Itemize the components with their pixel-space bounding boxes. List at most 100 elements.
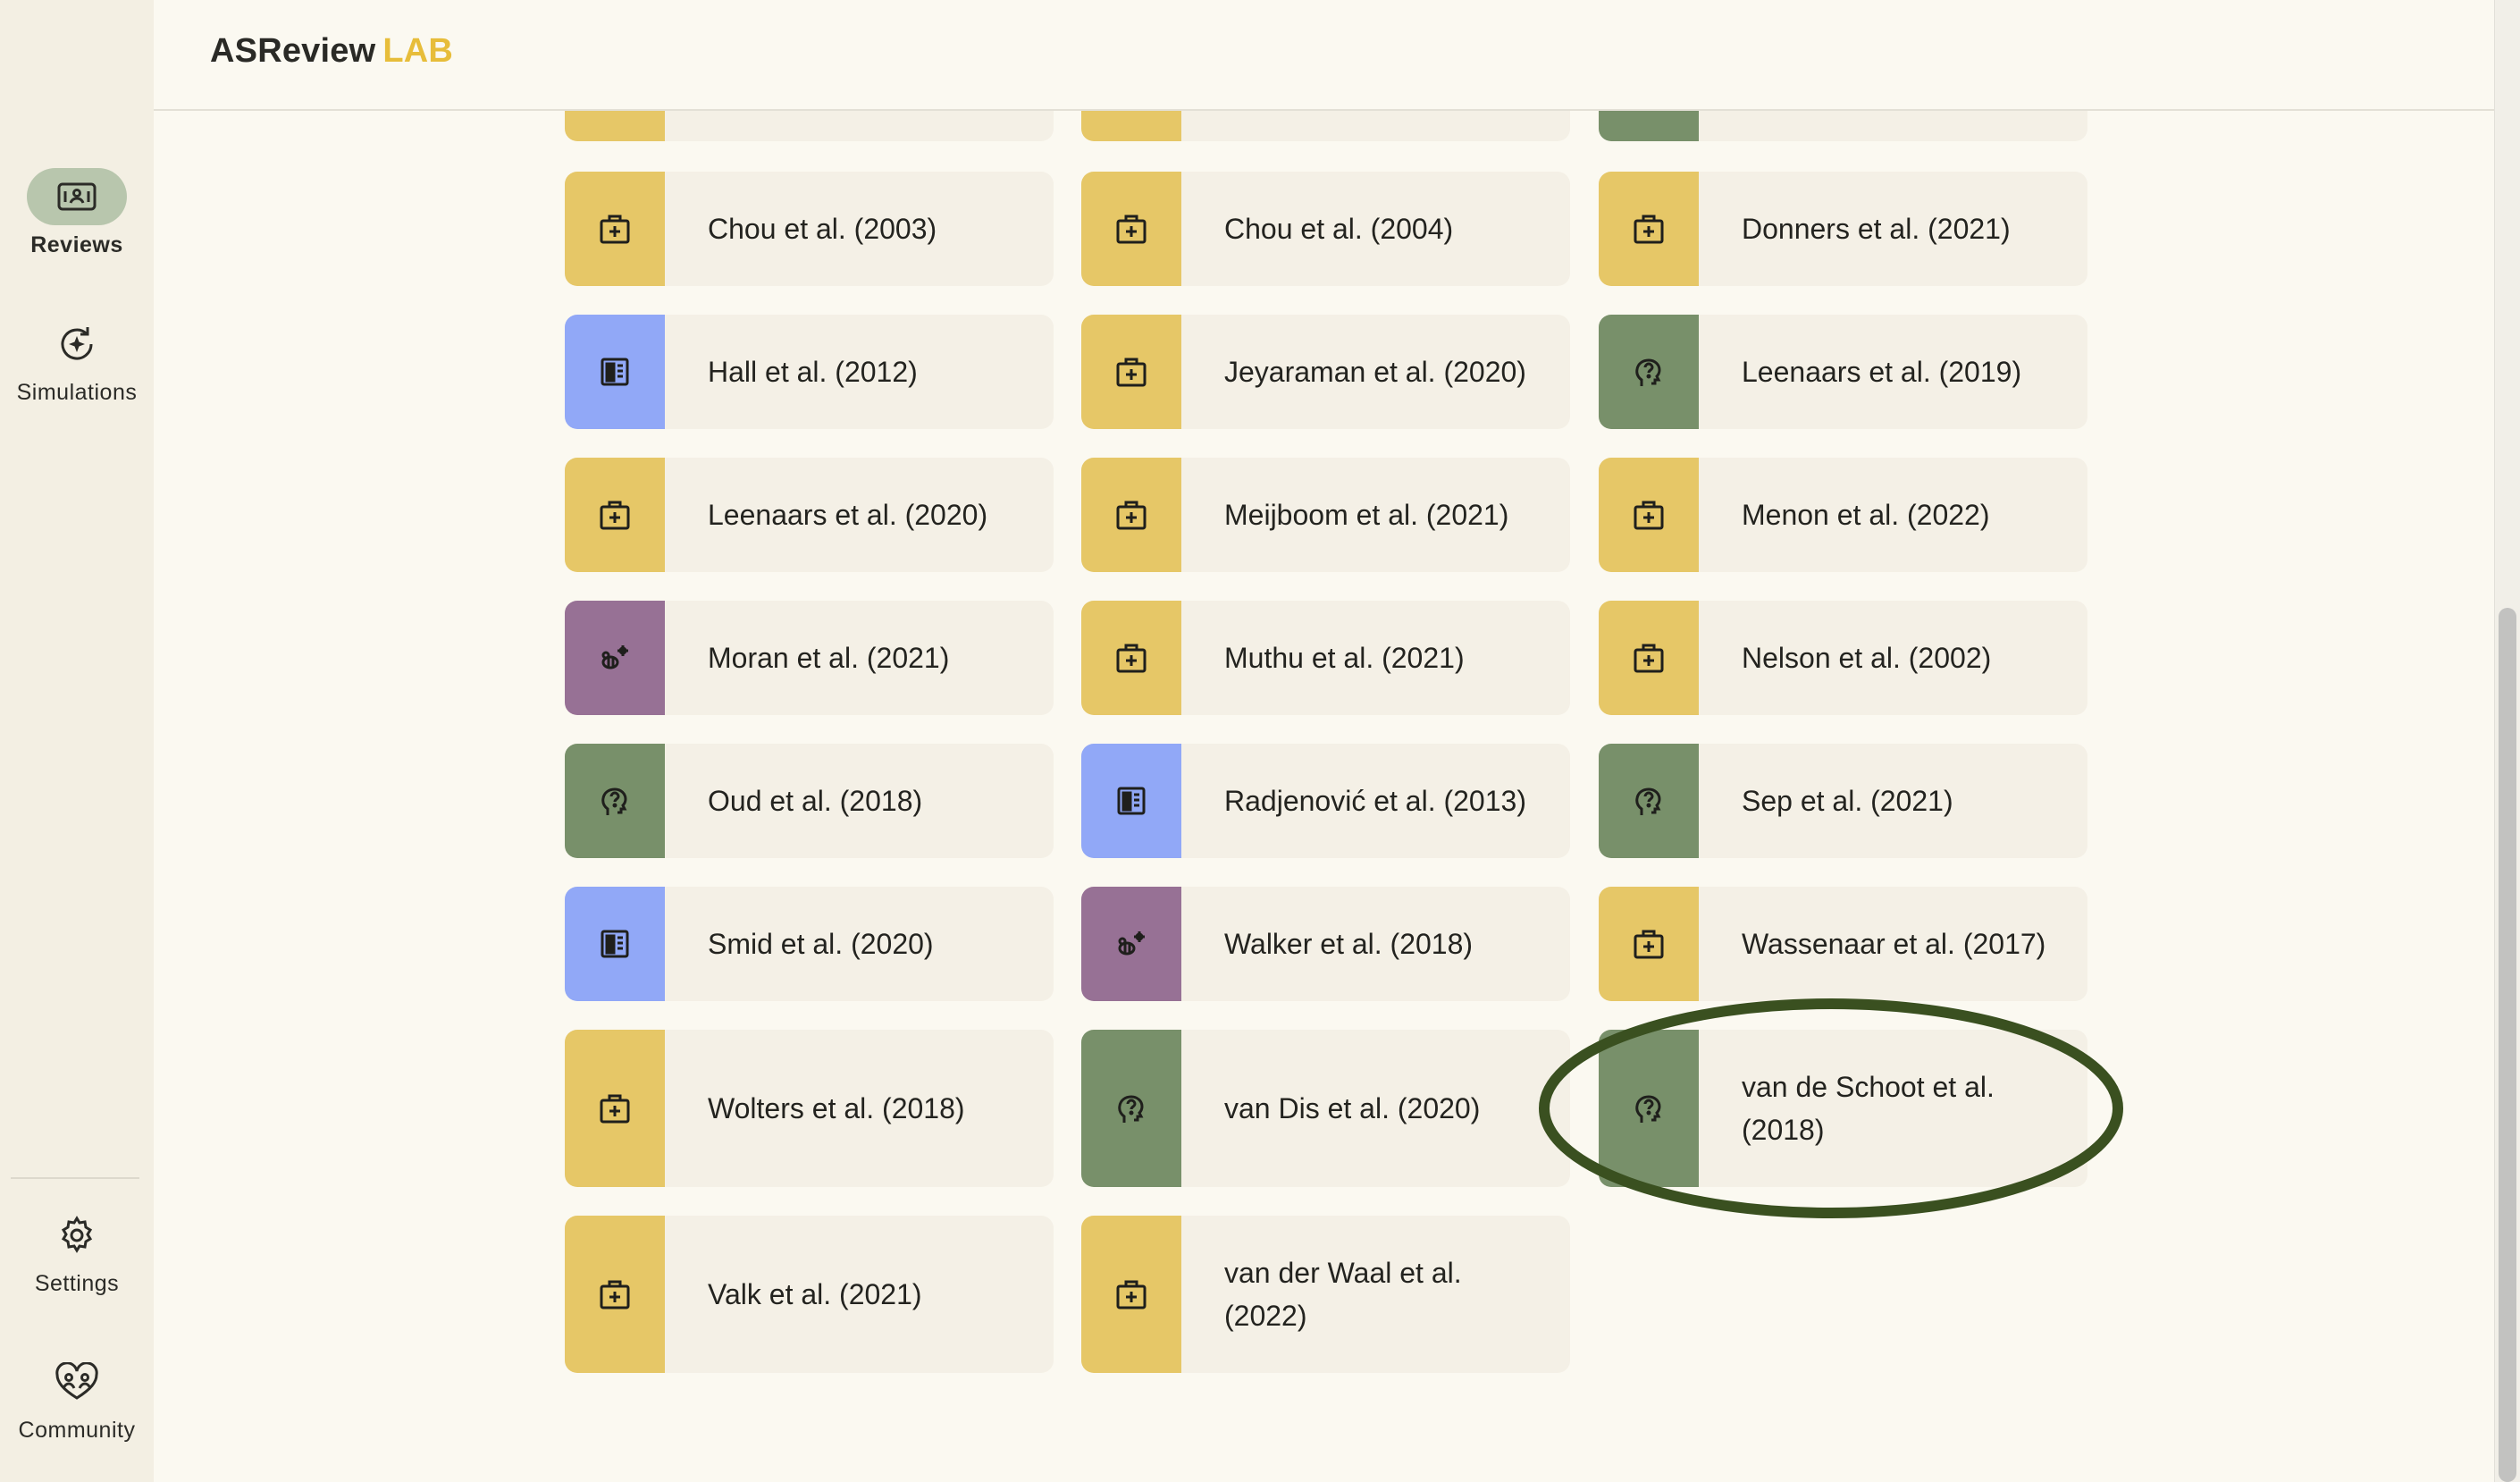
dataset-card[interactable]: Hall et al. (2012)	[565, 315, 1054, 429]
dataset-category-swatch	[1081, 458, 1181, 572]
dataset-category-swatch	[565, 1216, 665, 1373]
dataset-card[interactable]: Walker et al. (2018)	[1081, 887, 1570, 1001]
dataset-card[interactable]: Meijboom et al. (2021)	[1081, 458, 1570, 572]
dataset-card-label: Meijboom et al. (2021)	[1224, 499, 1509, 531]
dataset-category-swatch	[1599, 1030, 1699, 1187]
head-question-icon	[1113, 1090, 1149, 1126]
medical-kit-icon	[1631, 926, 1667, 962]
dataset-card-label: Smid et al. (2020)	[708, 928, 934, 960]
dataset-card[interactable]: Sep et al. (2021)	[1599, 744, 2087, 858]
dataset-card-label: Valk et al. (2021)	[708, 1278, 922, 1310]
dataset-card[interactable]: Nelson et al. (2002)	[1599, 601, 2087, 715]
dataset-card[interactable]: Muthu et al. (2021)	[1081, 601, 1570, 715]
dataset-category-swatch	[565, 744, 665, 858]
bee-icon	[597, 640, 633, 676]
dataset-card[interactable]: Jeyaraman et al. (2020)	[1081, 315, 1570, 429]
dataset-card[interactable]: Valk et al. (2021)	[565, 1216, 1054, 1373]
dataset-category-swatch	[565, 315, 665, 429]
dataset-card-label: Muthu et al. (2021)	[1224, 642, 1465, 674]
dataset-card-label: Chou et al. (2003)	[708, 213, 937, 245]
dataset-category-swatch	[1081, 601, 1181, 715]
head-question-icon	[1631, 1090, 1667, 1126]
sidebar-item-simulations[interactable]: Simulations	[0, 316, 154, 406]
logo-suffix: LAB	[382, 32, 454, 70]
dataset-card[interactable]: Leenaars et al. (2020)	[565, 458, 1054, 572]
dataset-card-label: van de Schoot et al. (2018)	[1742, 1071, 1995, 1146]
medical-kit-icon	[1113, 1276, 1149, 1312]
dataset-category-swatch	[565, 601, 665, 715]
dataset-card-label: Nelson et al. (2002)	[1742, 642, 1992, 674]
dataset-card[interactable]: van de Schoot et al. (2018)	[1599, 1030, 2087, 1187]
sidebar-item-reviews[interactable]: Reviews	[0, 168, 154, 258]
dataset-card[interactable]: Wolters et al. (2018)	[565, 1030, 1054, 1187]
dataset-category-swatch	[1081, 315, 1181, 429]
dataset-card[interactable]: Leenaars et al. (2019)	[1599, 315, 2087, 429]
dataset-card[interactable]: Moran et al. (2021)	[565, 601, 1054, 715]
dataset-card-label: Hall et al. (2012)	[708, 356, 918, 388]
simulations-icon	[27, 316, 127, 373]
reviews-icon	[27, 168, 127, 225]
dataset-card[interactable]: van Dis et al. (2020)	[1081, 1030, 1570, 1187]
dataset-card-label: Leenaars et al. (2020)	[708, 499, 988, 531]
community-icon	[27, 1353, 127, 1410]
dataset-category-swatch	[1599, 172, 1699, 286]
dataset-card-label: Wassenaar et al. (2017)	[1742, 928, 2046, 960]
medical-kit-icon	[1113, 211, 1149, 247]
gear-icon	[27, 1207, 127, 1264]
chip-icon	[1113, 783, 1149, 819]
app-logo[interactable]: ASReview LAB	[210, 32, 453, 71]
dataset-card-label: Oud et al. (2018)	[708, 785, 923, 817]
dataset-card[interactable]: Radjenović et al. (2013)	[1081, 744, 1570, 858]
medical-kit-icon	[597, 497, 633, 533]
medical-kit-icon	[597, 211, 633, 247]
dataset-card-label: van der Waal et al. (2022)	[1224, 1257, 1462, 1332]
dataset-card-label: Leenaars et al. (2019)	[1742, 356, 2022, 388]
dataset-card-label: Wolters et al. (2018)	[708, 1092, 965, 1124]
scrollbar[interactable]	[2494, 0, 2520, 1482]
medical-kit-icon	[597, 1090, 633, 1126]
medical-kit-icon	[1631, 640, 1667, 676]
sidebar-item-label: Simulations	[16, 380, 138, 405]
medical-kit-icon	[1631, 497, 1667, 533]
app-header: ASReview LAB	[154, 0, 2520, 111]
dataset-category-swatch	[1599, 458, 1699, 572]
dataset-category-swatch	[1599, 744, 1699, 858]
logo-brand: ASReview	[210, 32, 376, 70]
dataset-card[interactable]: Donners et al. (2021)	[1599, 172, 2087, 286]
dataset-card-label: Menon et al. (2022)	[1742, 499, 1990, 531]
medical-kit-icon	[1113, 640, 1149, 676]
dataset-category-swatch	[565, 172, 665, 286]
medical-kit-icon	[1631, 211, 1667, 247]
dataset-card-label: Walker et al. (2018)	[1224, 928, 1474, 960]
bee-icon	[1113, 926, 1149, 962]
dataset-card[interactable]: van der Waal et al. (2022)	[1081, 1216, 1570, 1373]
head-question-icon	[1631, 354, 1667, 390]
sidebar-item-community[interactable]: Community	[0, 1353, 154, 1444]
dataset-card-label: Donners et al. (2021)	[1742, 213, 2011, 245]
dataset-category-swatch	[1599, 601, 1699, 715]
dataset-card-label: Moran et al. (2021)	[708, 642, 950, 674]
medical-kit-icon	[1113, 354, 1149, 390]
sidebar-divider	[11, 1177, 139, 1179]
dataset-card[interactable]: Chou et al. (2004)	[1081, 172, 1570, 286]
dataset-category-swatch	[1081, 887, 1181, 1001]
sidebar-item-label: Community	[18, 1418, 136, 1443]
medical-kit-icon	[597, 1276, 633, 1312]
scrollbar-thumb[interactable]	[2499, 608, 2516, 1482]
sidebar-item-label: Reviews	[30, 232, 123, 257]
dataset-card[interactable]: Wassenaar et al. (2017)	[1599, 887, 2087, 1001]
dataset-card[interactable]: Chou et al. (2003)	[565, 172, 1054, 286]
sidebar-item-label: Settings	[34, 1271, 120, 1296]
sidebar: Reviews Simulations Settings Community	[0, 0, 154, 1482]
dataset-card[interactable]: Oud et al. (2018)	[565, 744, 1054, 858]
dataset-category-swatch	[1081, 744, 1181, 858]
head-question-icon	[1631, 783, 1667, 819]
dataset-category-swatch	[565, 887, 665, 1001]
dataset-category-swatch	[1599, 887, 1699, 1001]
dataset-card[interactable]: Smid et al. (2020)	[565, 887, 1054, 1001]
chip-icon	[597, 354, 633, 390]
sidebar-item-settings[interactable]: Settings	[0, 1207, 154, 1297]
dataset-card[interactable]: Menon et al. (2022)	[1599, 458, 2087, 572]
dataset-card-label: van Dis et al. (2020)	[1224, 1092, 1481, 1124]
medical-kit-icon	[1113, 497, 1149, 533]
